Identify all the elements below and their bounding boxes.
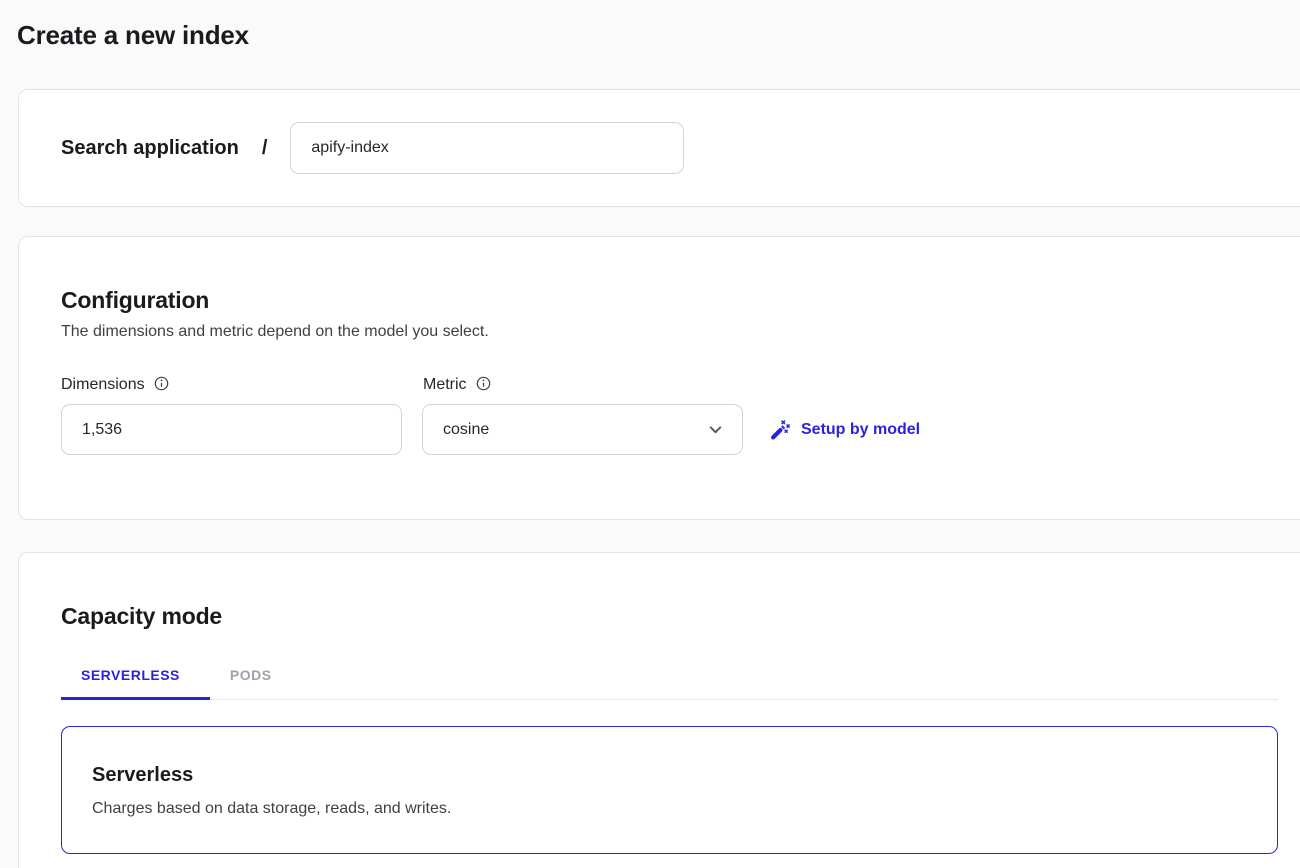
configuration-fields-row: Dimensions Metric — [61, 375, 1300, 455]
index-name-card: Search application / — [18, 89, 1300, 207]
name-separator: / — [262, 137, 268, 160]
info-circle-icon[interactable] — [154, 376, 169, 391]
page-title: Create a new index — [0, 0, 1300, 51]
capacity-mode-card: Capacity mode SERVERLESS PODS Serverless… — [18, 552, 1300, 868]
magic-wand-icon — [769, 419, 791, 441]
capacity-mode-title: Capacity mode — [61, 601, 1300, 631]
metric-selected-value: cosine — [443, 421, 489, 439]
search-application-label: Search application — [61, 137, 239, 160]
chevron-down-icon — [707, 421, 724, 438]
metric-label: Metric — [423, 376, 467, 394]
metric-field-group: Metric cosine — [402, 375, 743, 455]
serverless-option-card[interactable]: Serverless Charges based on data storage… — [61, 726, 1278, 854]
metric-select[interactable]: cosine — [422, 404, 743, 455]
dimensions-input[interactable] — [61, 404, 402, 455]
serverless-option-title: Serverless — [92, 763, 1247, 787]
setup-by-model-link[interactable]: Setup by model — [769, 419, 920, 441]
tab-pods[interactable]: PODS — [210, 667, 302, 700]
setup-by-model-label: Setup by model — [801, 421, 920, 439]
info-circle-icon[interactable] — [476, 376, 491, 391]
configuration-subtitle: The dimensions and metric depend on the … — [61, 321, 1300, 343]
capacity-tabs: SERVERLESS PODS — [61, 667, 1278, 700]
configuration-title: Configuration — [61, 285, 1300, 315]
configuration-card: Configuration The dimensions and metric … — [18, 236, 1300, 520]
index-name-input[interactable] — [290, 122, 684, 174]
serverless-option-description: Charges based on data storage, reads, an… — [92, 798, 1247, 819]
dimensions-field-group: Dimensions — [61, 375, 402, 455]
dimensions-label: Dimensions — [61, 376, 145, 394]
tab-serverless[interactable]: SERVERLESS — [61, 667, 210, 700]
